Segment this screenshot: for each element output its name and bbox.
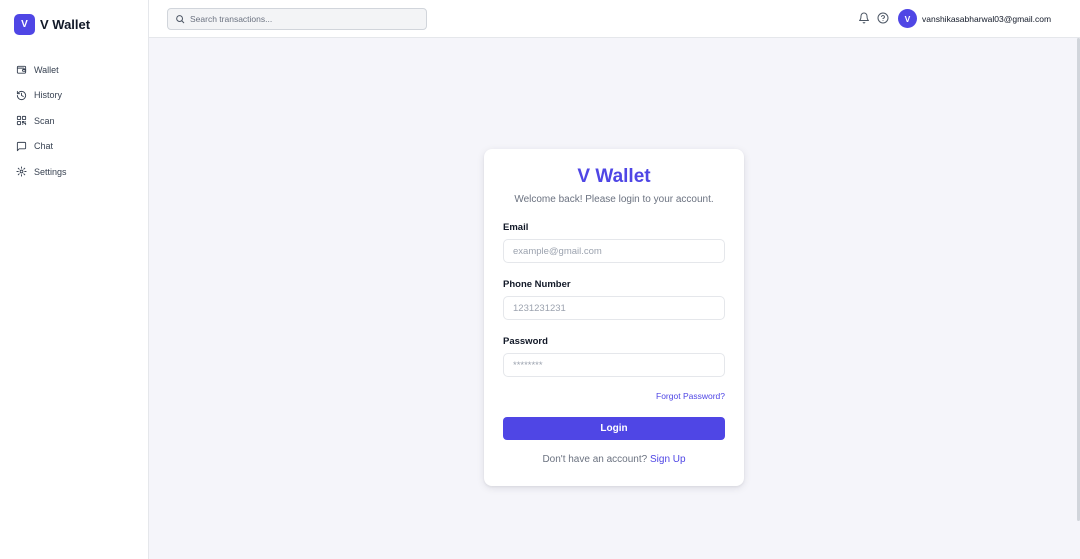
chat-icon bbox=[16, 141, 27, 151]
password-field[interactable] bbox=[503, 353, 725, 377]
sidebar-item-chat[interactable]: Chat bbox=[16, 134, 136, 160]
email-label: Email bbox=[503, 222, 529, 233]
forgot-password-link[interactable]: Forgot Password? bbox=[656, 391, 725, 401]
signup-row: Don't have an account? Sign Up bbox=[484, 454, 744, 465]
search-icon bbox=[176, 15, 185, 24]
sidebar-item-label: Chat bbox=[34, 141, 54, 152]
avatar: V bbox=[898, 9, 917, 28]
signup-link[interactable]: Sign Up bbox=[650, 454, 686, 465]
sidebar-item-label: Scan bbox=[34, 115, 55, 126]
bell-icon[interactable] bbox=[858, 12, 870, 24]
sidebar: V V Wallet Wallet History Scan Chat Sett… bbox=[0, 0, 149, 559]
sidebar-item-label: Wallet bbox=[34, 64, 59, 75]
brand-name: V Wallet bbox=[40, 17, 91, 32]
top-bar: V vanshikasabharwal03@gmail.com bbox=[149, 0, 1080, 38]
sidebar-item-history[interactable]: History bbox=[16, 83, 136, 109]
search-box[interactable] bbox=[167, 8, 427, 30]
signup-prompt: Don't have an account? bbox=[542, 454, 648, 465]
user-email: vanshikasabharwal03@gmail.com bbox=[922, 13, 1052, 24]
login-button[interactable]: Login bbox=[503, 417, 725, 440]
login-subtitle: Welcome back! Please login to your accou… bbox=[514, 194, 714, 205]
password-label: Password bbox=[503, 336, 548, 347]
login-card: V Wallet Welcome back! Please login to y… bbox=[484, 149, 744, 486]
sidebar-nav: Wallet History Scan Chat Settings bbox=[16, 57, 136, 185]
sidebar-item-wallet[interactable]: Wallet bbox=[16, 57, 136, 83]
brand-logo[interactable]: V V Wallet bbox=[14, 14, 90, 35]
search-input[interactable] bbox=[190, 14, 410, 24]
login-title: V Wallet bbox=[577, 166, 651, 187]
sidebar-item-label: History bbox=[34, 90, 63, 101]
phone-field[interactable] bbox=[503, 296, 725, 320]
help-icon[interactable] bbox=[877, 12, 889, 24]
brand-badge: V bbox=[14, 14, 35, 35]
sidebar-item-label: Settings bbox=[34, 166, 67, 177]
sidebar-item-settings[interactable]: Settings bbox=[16, 159, 136, 185]
scan-icon bbox=[16, 116, 27, 126]
user-menu[interactable]: V vanshikasabharwal03@gmail.com bbox=[898, 9, 1051, 28]
history-icon bbox=[16, 90, 27, 100]
wallet-icon bbox=[16, 66, 27, 74]
email-field[interactable] bbox=[503, 239, 725, 263]
sidebar-item-scan[interactable]: Scan bbox=[16, 108, 136, 134]
phone-label: Phone Number bbox=[503, 279, 571, 290]
settings-icon bbox=[16, 166, 27, 177]
